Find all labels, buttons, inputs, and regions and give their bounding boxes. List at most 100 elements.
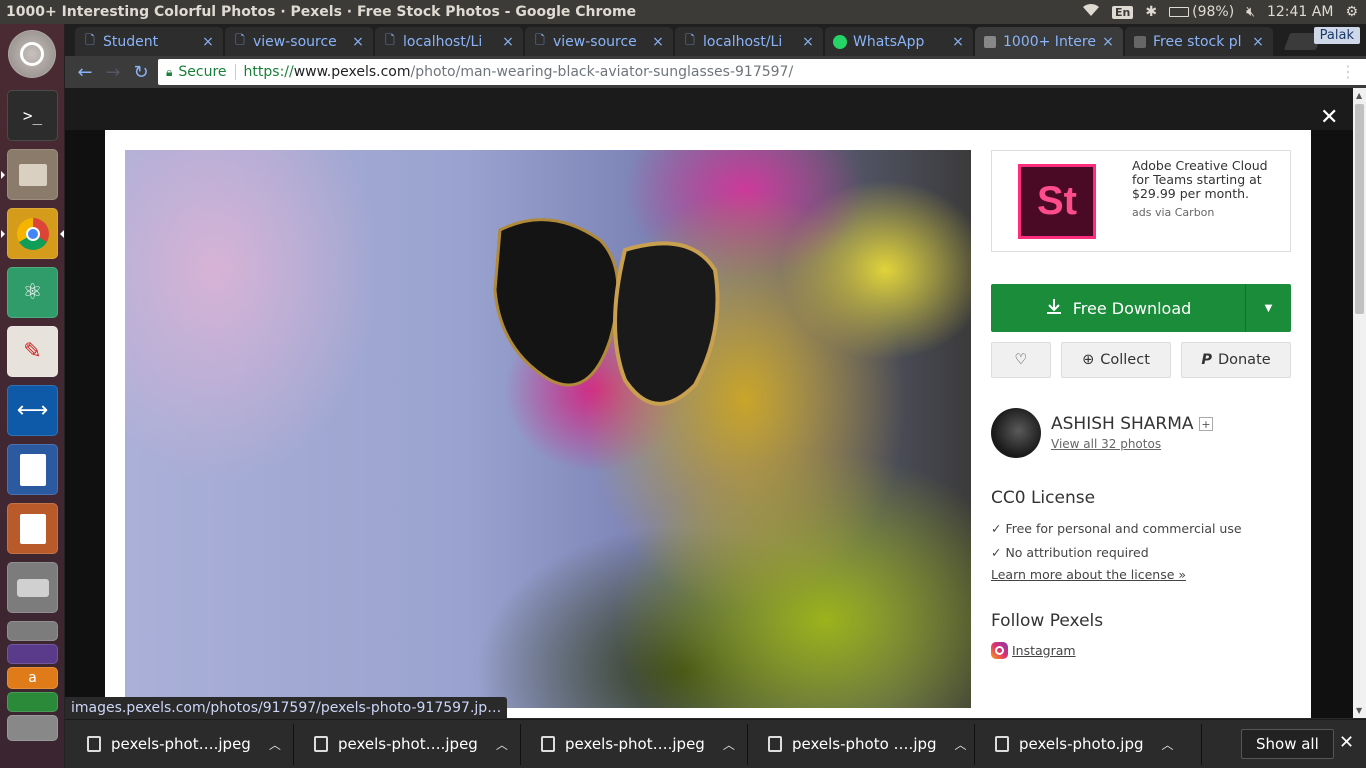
pexels-icon	[983, 35, 997, 49]
page-viewport: ✕ St Adobe Creative Cloud for Teams star…	[65, 88, 1353, 718]
close-icon[interactable]: ×	[199, 34, 217, 50]
close-icon[interactable]: ×	[949, 34, 967, 50]
page-icon: 🗋︎	[235, 33, 245, 47]
collect-button[interactable]: ⊕ Collect	[1061, 342, 1171, 378]
close-download-shelf-icon[interactable]: ✕	[1339, 732, 1354, 753]
download-item[interactable]: pexels-photo.jpg ︿	[995, 728, 1174, 760]
download-filename: pexels-phot….jpeg	[338, 735, 478, 753]
clock[interactable]: 12:41 AM	[1267, 4, 1333, 20]
like-button[interactable]: ♡	[991, 342, 1051, 378]
bluetooth-icon[interactable]: ✱	[1145, 4, 1157, 20]
volume-muted-icon[interactable]: 🔇︎	[1246, 4, 1255, 20]
keyboard-language-indicator[interactable]: En	[1112, 5, 1134, 19]
license-learn-more-link[interactable]: Learn more about the license »	[991, 567, 1186, 582]
atom-icon[interactable]: ⚛	[7, 267, 58, 318]
show-all-downloads-button[interactable]: Show all	[1241, 729, 1334, 759]
app-stack-icon[interactable]	[7, 644, 58, 664]
instagram-link[interactable]: Instagram	[991, 642, 1076, 659]
tab-whatsapp[interactable]: WhatsApp ×	[825, 27, 973, 56]
chevron-up-icon[interactable]: ︿	[496, 736, 508, 753]
instagram-icon	[991, 642, 1008, 659]
ubuntu-dash-icon[interactable]	[8, 30, 56, 78]
free-download-main[interactable]: Free Download	[991, 297, 1245, 319]
chevron-up-icon[interactable]: ︿	[723, 736, 735, 753]
libreoffice-writer-icon[interactable]	[7, 444, 58, 495]
download-item[interactable]: pexels-phot….jpeg ︿	[87, 728, 281, 760]
chevron-up-icon[interactable]: ︿	[1162, 736, 1174, 753]
modal-close-icon[interactable]: ✕	[1320, 105, 1338, 130]
close-icon[interactable]: ×	[1249, 34, 1267, 50]
reload-icon[interactable]: ↻	[127, 62, 155, 83]
follow-title: Follow Pexels	[991, 611, 1104, 631]
camera-icon[interactable]	[7, 715, 58, 741]
terminal-icon[interactable]: >_	[7, 90, 58, 141]
donate-button[interactable]: P Donate	[1181, 342, 1291, 378]
page-icon: 🗋︎	[685, 33, 695, 47]
adobe-stock-logo: St	[1018, 164, 1096, 239]
tab-localhost-2[interactable]: 🗋︎ localhost/Li ×	[675, 27, 823, 56]
forward-arrow-icon[interactable]: →	[99, 62, 127, 83]
download-options-caret-icon[interactable]: ▼	[1245, 284, 1291, 332]
download-item[interactable]: pexels-photo ….jpg ︿	[768, 728, 967, 760]
view-all-photos-link[interactable]: View all 32 photos	[1051, 437, 1161, 451]
close-icon[interactable]: ×	[799, 34, 817, 50]
document-viewer-icon[interactable]: ✎	[7, 326, 58, 377]
amazon-icon[interactable]: a	[7, 667, 58, 689]
close-icon[interactable]: ×	[499, 34, 517, 50]
chrome-menu-icon[interactable]: ⋮	[1340, 62, 1356, 81]
tab-free-stock[interactable]: Free stock pl ×	[1125, 27, 1273, 56]
download-filename: pexels-phot….jpeg	[111, 735, 251, 753]
chevron-up-icon[interactable]: ︿	[955, 736, 967, 753]
drive-icon-2[interactable]	[7, 621, 58, 641]
free-download-button[interactable]: Free Download ▼	[991, 284, 1291, 332]
file-icon	[541, 736, 555, 752]
close-icon[interactable]: ×	[1099, 34, 1117, 50]
libreoffice-impress-icon[interactable]	[7, 503, 58, 554]
url-path: /photo/man-wearing-black-aviator-sunglas…	[410, 64, 794, 80]
spreadsheet-icon[interactable]	[7, 692, 58, 712]
page-icon: 🗋︎	[85, 33, 95, 47]
follow-plus-button[interactable]: +	[1199, 417, 1213, 431]
license-item-free-use: ✓ Free for personal and commercial use	[991, 521, 1242, 536]
heart-icon: ♡	[1014, 352, 1028, 368]
avatar[interactable]	[991, 408, 1041, 458]
close-icon[interactable]: ×	[649, 34, 667, 50]
tab-pexels-active[interactable]: 1000+ Intere ×	[975, 27, 1123, 56]
system-tray: En ✱ (98%) 🔇︎ 12:41 AM ⚙	[1082, 0, 1358, 24]
file-icon	[314, 736, 328, 752]
wifi-icon[interactable]	[1082, 3, 1100, 21]
carbon-ad[interactable]: St Adobe Creative Cloud for Teams starti…	[991, 150, 1291, 252]
tab-view-source[interactable]: 🗋︎ view-source ×	[225, 27, 373, 56]
download-filename: pexels-photo.jpg	[1019, 735, 1144, 753]
download-separator	[974, 724, 975, 765]
download-item[interactable]: pexels-phot….jpeg ︿	[541, 728, 735, 760]
battery-indicator[interactable]: (98%)	[1169, 4, 1234, 20]
ad-via[interactable]: ads via Carbon	[1132, 206, 1214, 219]
tab-student[interactable]: 🗋︎ Student ×	[75, 27, 223, 56]
files-icon[interactable]	[1, 149, 58, 200]
address-bar[interactable]: 🔒︎ Secure https:// www.pexels.com /photo…	[158, 59, 1366, 85]
scrollbar-thumb[interactable]	[1355, 104, 1364, 314]
file-icon	[87, 736, 101, 752]
scroll-down-icon[interactable]: ▼	[1356, 706, 1362, 715]
profile-button[interactable]: Palak	[1313, 27, 1360, 44]
close-icon[interactable]: ×	[349, 34, 367, 50]
chrome-icon[interactable]	[1, 208, 64, 259]
back-arrow-icon[interactable]: ←	[71, 62, 99, 83]
teamviewer-icon[interactable]: ⟷	[7, 385, 58, 436]
tab-view-source-2[interactable]: 🗋︎ view-source ×	[525, 27, 673, 56]
tab-label: 1000+ Intere	[1003, 33, 1096, 50]
photographer-name[interactable]: ASHISH SHARMA	[1051, 414, 1194, 434]
download-item[interactable]: pexels-phot….jpeg ︿	[314, 728, 508, 760]
chevron-up-icon[interactable]: ︿	[269, 736, 281, 753]
main-photo[interactable]	[125, 150, 971, 708]
file-icon	[995, 736, 1009, 752]
page-scrollbar[interactable]: ▲ ▼	[1353, 88, 1366, 718]
gear-icon[interactable]: ⚙	[1345, 4, 1358, 20]
tab-localhost[interactable]: 🗋︎ localhost/Li ×	[375, 27, 523, 56]
drive-icon[interactable]	[7, 562, 58, 613]
free-download-label: Free Download	[1072, 298, 1192, 318]
scroll-up-icon[interactable]: ▲	[1356, 91, 1362, 100]
collect-label: Collect	[1100, 352, 1150, 368]
ad-text[interactable]: Adobe Creative Cloud for Teams starting …	[1132, 159, 1282, 201]
